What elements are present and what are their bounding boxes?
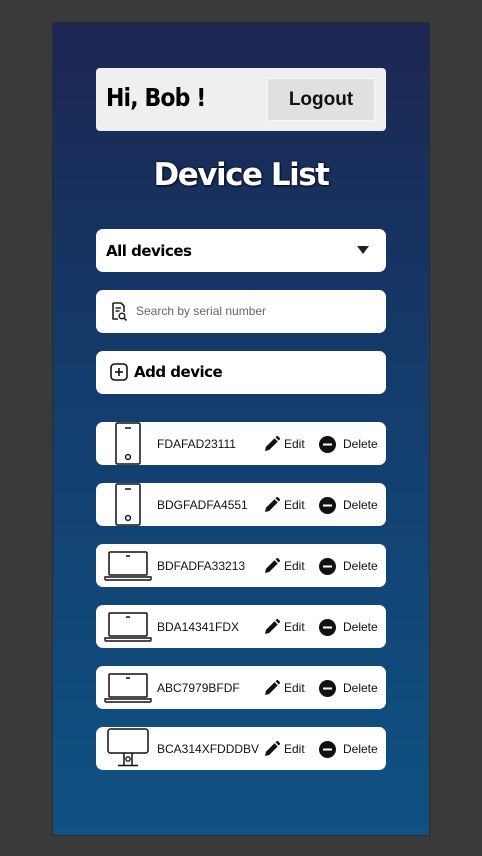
device-serial: ABC7979BFDF <box>157 681 240 695</box>
delete-button[interactable]: Delete <box>319 434 378 454</box>
delete-label: Delete <box>343 559 378 573</box>
search-input[interactable] <box>136 300 366 322</box>
minus-circle-icon <box>319 496 336 514</box>
device-serial: FDAFAD23111 <box>157 437 236 451</box>
edit-button[interactable]: Edit <box>264 678 305 698</box>
caret-down-icon <box>357 246 369 254</box>
delete-label: Delete <box>343 742 378 756</box>
laptop-icon <box>104 612 152 642</box>
delete-label: Delete <box>343 437 378 451</box>
delete-label: Delete <box>343 620 378 634</box>
device-filter-value: All devices <box>106 242 192 260</box>
device-row: ABC7979BFDF Edit Delete <box>96 666 386 709</box>
device-row: BCA314XFDDDBV Edit Delete <box>96 727 386 770</box>
minus-circle-icon <box>319 740 336 758</box>
document-search-icon <box>112 302 128 322</box>
minus-circle-icon <box>319 618 336 636</box>
pencil-icon <box>265 619 280 634</box>
phone-icon <box>115 483 141 526</box>
edit-label: Edit <box>284 559 305 573</box>
minus-circle-icon <box>319 679 336 697</box>
edit-label: Edit <box>284 681 305 695</box>
edit-button[interactable]: Edit <box>264 434 305 454</box>
pencil-icon <box>265 741 280 756</box>
app-screen: Hi, Bob ! Logout Device List All devices… <box>53 23 429 835</box>
device-row: BDFADFA33213 Edit Delete <box>96 544 386 587</box>
pencil-icon <box>265 436 280 451</box>
plus-square-icon <box>110 363 128 381</box>
edit-label: Edit <box>284 742 305 756</box>
page-title: Device List <box>153 157 330 193</box>
delete-button[interactable]: Delete <box>319 495 378 515</box>
device-row: BDA14341FDX Edit Delete <box>96 605 386 648</box>
phone-icon <box>115 422 141 465</box>
delete-button[interactable]: Delete <box>319 739 378 759</box>
edit-label: Edit <box>284 437 305 451</box>
minus-circle-icon <box>319 557 336 575</box>
delete-button[interactable]: Delete <box>319 678 378 698</box>
edit-button[interactable]: Edit <box>264 617 305 637</box>
logout-button[interactable]: Logout <box>267 78 375 121</box>
greeting-text: Hi, Bob ! <box>106 83 206 112</box>
pencil-icon <box>265 680 280 695</box>
edit-button[interactable]: Edit <box>264 495 305 515</box>
edit-label: Edit <box>284 620 305 634</box>
delete-button[interactable]: Delete <box>319 617 378 637</box>
delete-label: Delete <box>343 681 378 695</box>
monitor-icon <box>107 728 149 767</box>
user-header: Hi, Bob ! Logout <box>96 68 386 131</box>
laptop-icon <box>104 673 152 703</box>
pencil-icon <box>265 497 280 512</box>
delete-label: Delete <box>343 498 378 512</box>
edit-label: Edit <box>284 498 305 512</box>
add-device-label: Add device <box>134 363 223 381</box>
search-field <box>96 290 386 333</box>
device-serial: BDFADFA33213 <box>157 559 246 573</box>
device-serial: BDGFADFA4551 <box>157 498 248 512</box>
device-row: BDGFADFA4551 Edit Delete <box>96 483 386 526</box>
pencil-icon <box>265 558 280 573</box>
device-row: FDAFAD23111 Edit Delete <box>96 422 386 465</box>
laptop-icon <box>104 551 152 581</box>
device-filter-select[interactable]: All devices <box>96 229 386 272</box>
minus-circle-icon <box>319 435 336 453</box>
delete-button[interactable]: Delete <box>319 556 378 576</box>
device-serial: BCA314XFDDDBV <box>157 742 260 756</box>
edit-button[interactable]: Edit <box>264 556 305 576</box>
device-serial: BDA14341FDX <box>157 620 240 634</box>
add-device-button[interactable]: Add device <box>96 351 386 394</box>
edit-button[interactable]: Edit <box>264 739 305 759</box>
